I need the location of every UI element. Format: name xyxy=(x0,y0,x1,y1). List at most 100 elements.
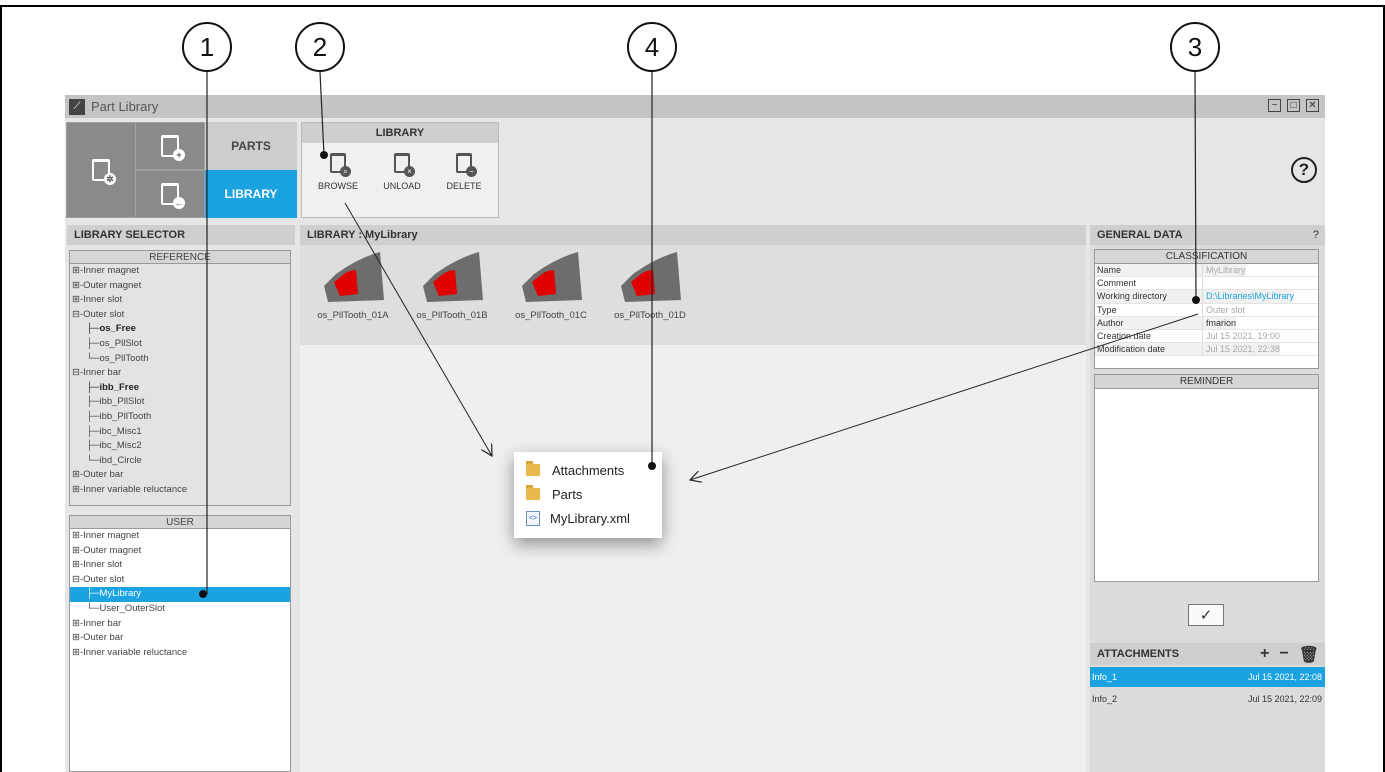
maximize-button[interactable]: □ xyxy=(1287,99,1300,112)
tree-node[interactable]: ⊞-Outer magnet xyxy=(70,279,290,294)
explorer-item-attachments[interactable]: Attachments xyxy=(514,458,662,482)
add-part-tile[interactable]: + xyxy=(135,122,205,170)
tree-node-label: Inner magnet xyxy=(83,530,140,541)
library-selector-title: LIBRARY SELECTOR xyxy=(67,225,295,245)
classification-value[interactable]: D:\Libraries\MyLibrary xyxy=(1203,290,1295,303)
tree-node[interactable]: ├─ibc_Misc2 xyxy=(70,439,290,454)
part-label: os_PllTooth_01B xyxy=(416,310,488,321)
window-controls: − □ ✕ xyxy=(1268,99,1319,112)
classification-row: Author fmarion xyxy=(1095,316,1318,330)
tree-node-label: Inner bar xyxy=(83,367,122,379)
tree-node-label: ibb_PllTooth xyxy=(99,410,152,422)
tree-node-label: Inner variable reluctance xyxy=(83,483,188,495)
classification-row: Name MyLibrary xyxy=(1095,264,1318,278)
tree-connector: ⊟- xyxy=(72,367,84,379)
explorer-item-xml[interactable]: <> MyLibrary.xml xyxy=(514,506,662,530)
tree-node[interactable]: ⊞-Outer bar xyxy=(70,468,290,483)
tab-library[interactable]: LIBRARY xyxy=(205,170,297,218)
tree-node[interactable]: ⊞-Inner magnet xyxy=(70,264,290,279)
tree-node[interactable]: ⊞-Inner variable reluctance xyxy=(70,483,290,498)
tree-node-label: User_OuterSlot xyxy=(99,602,165,614)
minimize-button[interactable]: − xyxy=(1268,99,1281,112)
classification-row: Type Outer slot xyxy=(1095,303,1318,317)
classification-value[interactable]: Outer slot xyxy=(1203,304,1245,316)
callout-4: 4 xyxy=(627,22,677,72)
library-book-icon: ✲ xyxy=(92,159,116,185)
browse-button[interactable]: ⌕ BROWSE xyxy=(310,153,366,191)
tree-connector: ⊟- xyxy=(72,308,84,320)
reminder-validate-button[interactable]: ✓ xyxy=(1188,604,1224,626)
add-attachment-button[interactable]: + xyxy=(1260,645,1269,665)
tree-node-label: Inner bar xyxy=(83,617,122,629)
trash-icon[interactable]: 🗑 xyxy=(1299,645,1319,665)
tree-node[interactable]: ⊞-Outer magnet xyxy=(70,544,290,559)
classification-value[interactable]: fmarion xyxy=(1203,316,1237,329)
tree-node[interactable]: ⊞-Outer bar xyxy=(70,631,290,646)
reminder-title: REMINDER xyxy=(1095,375,1318,389)
tree-node[interactable]: ⊞-Inner slot xyxy=(70,293,290,308)
remove-attachment-button[interactable]: − xyxy=(1279,645,1288,665)
tree-node[interactable]: ├─ibb_PllSlot xyxy=(70,395,290,410)
tree-node[interactable]: └─ibd_Circle xyxy=(70,454,290,469)
tree-node[interactable]: ⊞-Inner magnet xyxy=(70,529,290,544)
attachment-row[interactable]: Info_1 Jul 15 2021, 22:08 xyxy=(1090,667,1325,687)
part-thumbnail[interactable]: os_PllTooth_01B xyxy=(407,250,497,321)
tree-node[interactable]: └─User_OuterSlot xyxy=(70,602,290,617)
unload-button[interactable]: × UNLOAD xyxy=(374,153,430,191)
classification-row: Comment xyxy=(1095,277,1318,291)
delete-button[interactable]: − DELETE xyxy=(436,153,492,191)
tree-node[interactable]: ⊞-Inner variable reluctance xyxy=(70,646,290,661)
tree-connector: ⊞- xyxy=(72,279,84,291)
classification-title: CLASSIFICATION xyxy=(1095,250,1318,264)
tree-node-label: ibb_PllSlot xyxy=(99,396,145,408)
tree-node[interactable]: ⊟-Inner bar xyxy=(70,366,290,381)
tree-connector: ⊞- xyxy=(72,469,84,481)
part-thumbnail[interactable]: os_PllTooth_01C xyxy=(506,250,596,321)
classification-key: Name xyxy=(1095,264,1203,277)
tree-connector: ├─ xyxy=(86,425,100,437)
tree-connector: ⊞- xyxy=(72,559,84,571)
delete-label: DELETE xyxy=(446,181,482,191)
classification-value[interactable]: MyLibrary xyxy=(1203,264,1246,277)
tree-node[interactable]: ⊟-Outer slot xyxy=(70,308,290,323)
new-library-tile[interactable]: ✲ xyxy=(66,122,136,218)
classification-value[interactable]: Jul 15 2021, 19:00 xyxy=(1203,330,1280,342)
part-label: os_PllTooth_01C xyxy=(515,310,587,321)
tree-node-label: Outer bar xyxy=(83,469,124,481)
tree-node-label: Inner variable reluctance xyxy=(83,646,188,658)
tree-connector: ⊞- xyxy=(72,530,84,541)
tree-node[interactable]: ├─ibb_Free xyxy=(70,381,290,396)
classification-key: Working directory xyxy=(1095,290,1203,303)
attachment-date: Jul 15 2021, 22:09 xyxy=(1247,694,1322,704)
general-data-help-icon[interactable]: ? xyxy=(1313,229,1319,241)
tree-node[interactable]: ├─os_PllSlot xyxy=(70,337,290,352)
tree-node[interactable]: ⊞-Inner slot xyxy=(70,558,290,573)
tab-parts[interactable]: PARTS xyxy=(205,122,297,170)
classification-key: Modification date xyxy=(1095,343,1203,356)
part-thumbnail[interactable]: os_PllTooth_01D xyxy=(605,250,695,321)
part-label: os_PllTooth_01A xyxy=(317,310,389,321)
tree-node-selected[interactable]: ├─MyLibrary xyxy=(70,587,290,602)
reminder-box[interactable]: REMINDER xyxy=(1094,374,1319,582)
part-label: os_PllTooth_01D xyxy=(614,310,686,321)
import-part-tile[interactable]: ← xyxy=(135,170,205,218)
tree-node[interactable]: ├─ibb_PllTooth xyxy=(70,410,290,425)
part-shape-icon xyxy=(324,252,384,302)
tree-node-label: Outer slot xyxy=(83,308,125,320)
explorer-item-parts[interactable]: Parts xyxy=(514,482,662,506)
tree-node[interactable]: ⊟-Outer slot xyxy=(70,573,290,588)
tree-node[interactable]: ├─os_Free xyxy=(70,322,290,337)
part-thumbnail[interactable]: os_PllTooth_01A xyxy=(308,250,398,321)
tree-node[interactable]: └─os_PllTooth xyxy=(70,352,290,367)
reference-tree: REFERENCE ⊞-Inner magnet ⊞-Outer magnet ⊞-… xyxy=(69,250,291,506)
tree-node[interactable]: ⊞-Inner bar xyxy=(70,617,290,632)
tree-connector: ⊞- xyxy=(72,632,84,644)
browse-label: BROWSE xyxy=(317,181,358,191)
classification-value[interactable]: Jul 15 2021, 22:38 xyxy=(1203,343,1281,356)
tree-node[interactable]: ├─ibc_Misc1 xyxy=(70,425,290,440)
classification-value[interactable] xyxy=(1203,277,1206,289)
add-book-icon: + xyxy=(161,135,185,161)
close-button[interactable]: ✕ xyxy=(1306,99,1319,112)
attachment-row[interactable]: Info_2 Jul 15 2021, 22:09 xyxy=(1090,689,1325,709)
help-icon[interactable]: ? xyxy=(1291,157,1317,183)
